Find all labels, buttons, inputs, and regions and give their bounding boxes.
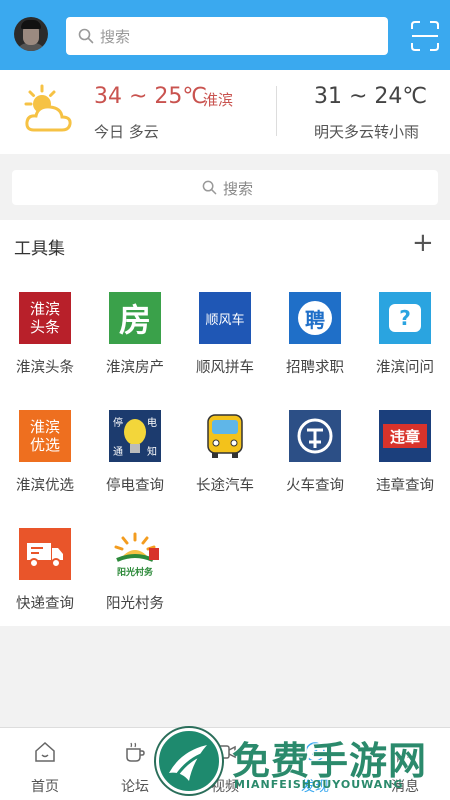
icon-text: 聘: [305, 307, 325, 332]
tool-label: 阳光村务: [106, 596, 164, 612]
tool-label: 淮滨房产: [106, 360, 164, 376]
icon-text: 淮滨: [29, 300, 60, 318]
today-temperature: 34 ~ 25℃: [94, 84, 208, 109]
search-placeholder: 搜索: [100, 28, 131, 46]
nav-label: 首页: [31, 779, 59, 795]
icon-text: 通: [113, 447, 123, 458]
icon-text: 电: [147, 418, 157, 429]
tool-label: 顺风拼车: [196, 360, 254, 376]
coffee-cup-icon: [126, 742, 145, 762]
recruitment-icon: 聘: [289, 292, 341, 344]
question-icon: ?: [379, 292, 431, 344]
tool-label: 停电查询: [106, 478, 164, 494]
tools-title: 工具集: [14, 239, 65, 259]
icon-text: 优选: [29, 436, 60, 454]
nav-home[interactable]: 首页: [0, 728, 90, 800]
sunshine-village-icon: 阳光村务: [109, 528, 161, 580]
today-description: 今日 多云: [94, 123, 159, 141]
bus-icon: [199, 410, 251, 462]
tool-label: 淮滨问问: [376, 360, 434, 376]
search-icon: [78, 28, 94, 44]
icon-text: 头条: [29, 318, 60, 336]
watermark: 免费手游网 MIANFEISHOUYOUWANG: [148, 722, 450, 800]
tool-huaibin-preferred[interactable]: 淮滨 优选 淮滨优选: [9, 410, 81, 495]
secondary-search-input[interactable]: 搜索: [12, 170, 438, 205]
scan-icon[interactable]: [410, 20, 440, 52]
search-icon: [202, 180, 217, 195]
tool-long-distance-bus[interactable]: 长途汽车: [189, 410, 261, 495]
city-name: 淮滨: [203, 91, 234, 109]
tool-huaibin-headline[interactable]: 淮滨 头条 淮滨头条: [9, 292, 81, 377]
partly-cloudy-icon: [24, 84, 72, 132]
power-outage-icon: 停 电 通 知: [109, 410, 161, 462]
icon-text: 停: [113, 418, 123, 429]
express-truck-icon: [19, 528, 71, 580]
tomorrow-temperature: 31 ~ 24℃: [314, 84, 428, 109]
tool-express-query[interactable]: 快递查询: [9, 528, 81, 613]
icon-text: ?: [399, 306, 411, 330]
tool-label: 火车查询: [286, 478, 344, 494]
tool-label: 违章查询: [376, 478, 434, 494]
tomorrow-description: 明天多云转小雨: [314, 123, 420, 141]
tools-section: 工具集 + 淮滨 头条 淮滨头条 房 淮滨房产 顺风车 顺风拼车 聘 招聘求职 …: [0, 220, 450, 626]
divider: [276, 86, 277, 136]
tool-label: 淮滨头条: [16, 360, 74, 376]
tool-huaibin-qa[interactable]: ? 淮滨问问: [369, 292, 441, 377]
icon-text: 房: [118, 301, 151, 339]
huaibin-headline-icon: 淮滨 头条: [19, 292, 71, 344]
train-icon: [289, 410, 341, 462]
carpool-icon: 顺风车: [199, 292, 251, 344]
weather-panel[interactable]: 34 ~ 25℃ 淮滨 今日 多云 31 ~ 24℃ 明天多云转小雨: [0, 70, 450, 154]
tool-sunshine-village[interactable]: 阳光村务 阳光村务: [99, 528, 171, 613]
top-bar: 搜索: [0, 0, 450, 70]
tool-carpool[interactable]: 顺风车 顺风拼车: [189, 292, 261, 377]
house-icon: 房: [109, 292, 161, 344]
home-icon: [35, 741, 55, 762]
tool-recruitment[interactable]: 聘 招聘求职: [279, 292, 351, 377]
search-input[interactable]: 搜索: [66, 17, 388, 55]
watermark-subtitle: MIANFEISHOUYOUWANG: [234, 778, 404, 791]
tool-label: 淮滨优选: [16, 478, 74, 494]
watermark-logo: [156, 728, 222, 794]
tool-train-query[interactable]: 火车查询: [279, 410, 351, 495]
icon-text: 知: [147, 447, 157, 458]
icon-text: 违章: [389, 427, 420, 446]
preferred-icon: 淮滨 优选: [19, 410, 71, 462]
search-placeholder: 搜索: [223, 180, 254, 198]
avatar[interactable]: [14, 17, 48, 51]
tool-violation-query[interactable]: 违章 违章查询: [369, 410, 441, 495]
icon-text: 淮滨: [29, 418, 60, 436]
tool-huaibin-realestate[interactable]: 房 淮滨房产: [99, 292, 171, 377]
icon-text: 顺风车: [205, 312, 245, 328]
tool-label: 招聘求职: [286, 360, 344, 376]
icon-text: 阳光村务: [117, 568, 154, 578]
violation-icon: 违章: [379, 410, 431, 462]
tool-label: 长途汽车: [196, 478, 254, 494]
tool-label: 快递查询: [16, 596, 74, 612]
add-tool-button[interactable]: +: [412, 230, 434, 256]
tool-power-outage[interactable]: 停 电 通 知 停电查询: [99, 410, 171, 495]
watermark-title: 免费手游网: [232, 739, 428, 783]
